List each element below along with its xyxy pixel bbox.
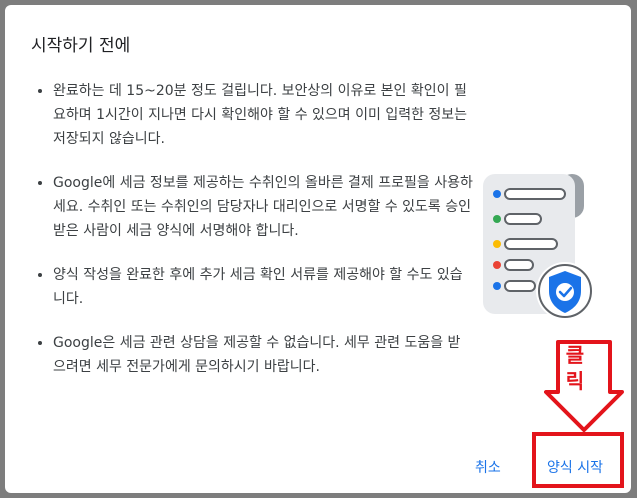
list-item: 양식 작성을 완료한 후에 추가 세금 확인 서류를 제공해야 할 수도 있습니…	[53, 263, 473, 311]
cancel-button[interactable]: 취소	[475, 457, 501, 477]
highlight-box	[532, 432, 624, 488]
dialog: 시작하기 전에 완료하는 데 15~20분 정도 걸립니다. 보안상의 이유로 …	[5, 5, 631, 493]
info-list: 완료하는 데 15~20분 정도 걸립니다. 보안상의 이유로 본인 확인이 필…	[35, 79, 473, 399]
dialog-title: 시작하기 전에	[31, 36, 131, 56]
document-shield-icon	[483, 174, 594, 320]
list-item: 완료하는 데 15~20분 정도 걸립니다. 보안상의 이유로 본인 확인이 필…	[53, 79, 473, 151]
list-item: Google에 세금 정보를 제공하는 수취인의 올바른 결제 프로필을 사용하…	[53, 171, 473, 243]
click-annotation-text: 클릭	[565, 343, 585, 393]
click-annotation-label: 클릭	[545, 342, 605, 394]
list-item: Google은 세금 관련 상담을 제공할 수 없습니다. 세무 관련 도움을 …	[53, 331, 473, 379]
